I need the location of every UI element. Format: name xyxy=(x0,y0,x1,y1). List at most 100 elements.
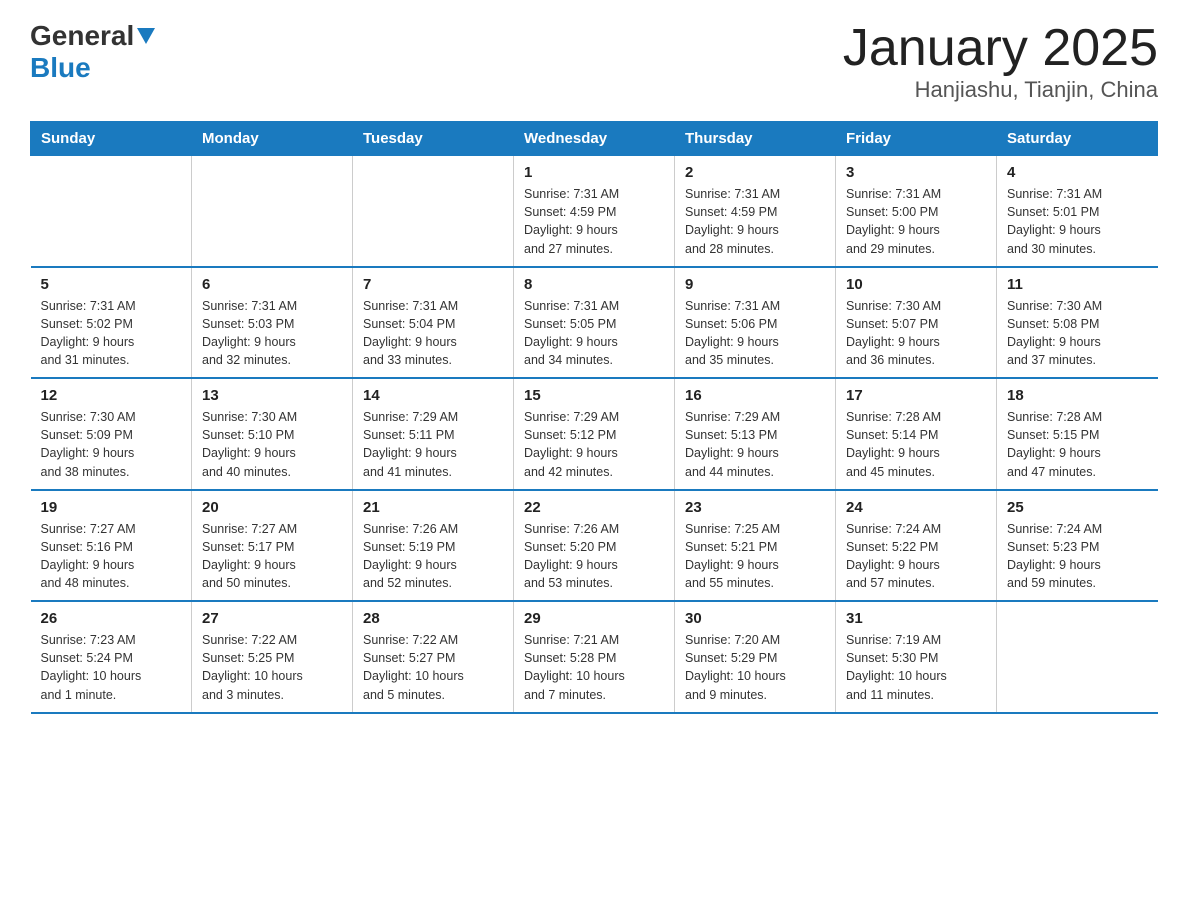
calendar-header: Sunday Monday Tuesday Wednesday Thursday… xyxy=(31,122,1158,156)
logo-blue-text: Blue xyxy=(30,52,91,83)
title-block: January 2025 Hanjiashu, Tianjin, China xyxy=(843,20,1158,103)
day-info: Sunrise: 7:29 AM Sunset: 5:11 PM Dayligh… xyxy=(363,408,503,481)
calendar-body: 1 Sunrise: 7:31 AM Sunset: 4:59 PM Daylig… xyxy=(31,156,1158,713)
calendar-cell: 19 Sunrise: 7:27 AM Sunset: 5:16 PM Dayli… xyxy=(31,490,192,602)
day-info: Sunrise: 7:31 AM Sunset: 4:59 PM Dayligh… xyxy=(524,185,664,258)
col-tuesday: Tuesday xyxy=(353,122,514,156)
calendar-cell: 8 Sunrise: 7:31 AM Sunset: 5:05 PM Daylig… xyxy=(514,267,675,379)
day-number: 19 xyxy=(41,499,182,516)
day-number: 18 xyxy=(1007,387,1148,404)
day-info: Sunrise: 7:30 AM Sunset: 5:09 PM Dayligh… xyxy=(41,408,182,481)
day-number: 31 xyxy=(846,610,986,627)
day-info: Sunrise: 7:31 AM Sunset: 5:03 PM Dayligh… xyxy=(202,297,342,370)
day-info: Sunrise: 7:30 AM Sunset: 5:10 PM Dayligh… xyxy=(202,408,342,481)
calendar-week-row: 1 Sunrise: 7:31 AM Sunset: 4:59 PM Daylig… xyxy=(31,156,1158,267)
calendar-cell: 11 Sunrise: 7:30 AM Sunset: 5:08 PM Dayli… xyxy=(997,267,1158,379)
day-number: 20 xyxy=(202,499,342,516)
day-info: Sunrise: 7:24 AM Sunset: 5:23 PM Dayligh… xyxy=(1007,520,1148,593)
col-sunday: Sunday xyxy=(31,122,192,156)
day-number: 13 xyxy=(202,387,342,404)
day-info: Sunrise: 7:31 AM Sunset: 5:01 PM Dayligh… xyxy=(1007,185,1148,258)
calendar-cell: 12 Sunrise: 7:30 AM Sunset: 5:09 PM Dayli… xyxy=(31,378,192,490)
calendar-cell: 22 Sunrise: 7:26 AM Sunset: 5:20 PM Dayli… xyxy=(514,490,675,602)
day-info: Sunrise: 7:20 AM Sunset: 5:29 PM Dayligh… xyxy=(685,631,825,704)
day-info: Sunrise: 7:22 AM Sunset: 5:27 PM Dayligh… xyxy=(363,631,503,704)
calendar-cell: 20 Sunrise: 7:27 AM Sunset: 5:17 PM Dayli… xyxy=(192,490,353,602)
day-number: 27 xyxy=(202,610,342,627)
calendar-cell xyxy=(997,601,1158,713)
day-number: 9 xyxy=(685,276,825,293)
day-number: 22 xyxy=(524,499,664,516)
day-info: Sunrise: 7:27 AM Sunset: 5:16 PM Dayligh… xyxy=(41,520,182,593)
calendar-cell: 25 Sunrise: 7:24 AM Sunset: 5:23 PM Dayli… xyxy=(997,490,1158,602)
day-number: 5 xyxy=(41,276,182,293)
day-info: Sunrise: 7:31 AM Sunset: 5:00 PM Dayligh… xyxy=(846,185,986,258)
calendar-cell: 1 Sunrise: 7:31 AM Sunset: 4:59 PM Daylig… xyxy=(514,156,675,267)
calendar-cell: 7Sunrise: 7:31 AM Sunset: 5:04 PM Daylig… xyxy=(353,267,514,379)
calendar-cell xyxy=(31,156,192,267)
calendar-week-row: 26 Sunrise: 7:23 AM Sunset: 5:24 PM Dayli… xyxy=(31,601,1158,713)
day-info: Sunrise: 7:30 AM Sunset: 5:08 PM Dayligh… xyxy=(1007,297,1148,370)
day-number: 10 xyxy=(846,276,986,293)
day-number: 8 xyxy=(524,276,664,293)
logo: General Blue xyxy=(30,20,155,84)
calendar-cell: 29Sunrise: 7:21 AM Sunset: 5:28 PM Dayli… xyxy=(514,601,675,713)
calendar-cell: 3Sunrise: 7:31 AM Sunset: 5:00 PM Daylig… xyxy=(836,156,997,267)
col-saturday: Saturday xyxy=(997,122,1158,156)
calendar-cell: 14 Sunrise: 7:29 AM Sunset: 5:11 PM Dayli… xyxy=(353,378,514,490)
calendar-cell: 27 Sunrise: 7:22 AM Sunset: 5:25 PM Dayli… xyxy=(192,601,353,713)
calendar-cell: 5 Sunrise: 7:31 AM Sunset: 5:02 PM Daylig… xyxy=(31,267,192,379)
calendar-cell: 28Sunrise: 7:22 AM Sunset: 5:27 PM Dayli… xyxy=(353,601,514,713)
day-number: 29 xyxy=(524,610,664,627)
day-number: 15 xyxy=(524,387,664,404)
day-info: Sunrise: 7:26 AM Sunset: 5:20 PM Dayligh… xyxy=(524,520,664,593)
day-number: 16 xyxy=(685,387,825,404)
col-wednesday: Wednesday xyxy=(514,122,675,156)
day-info: Sunrise: 7:30 AM Sunset: 5:07 PM Dayligh… xyxy=(846,297,986,370)
calendar-cell xyxy=(192,156,353,267)
day-info: Sunrise: 7:31 AM Sunset: 5:02 PM Dayligh… xyxy=(41,297,182,370)
calendar-cell: 31Sunrise: 7:19 AM Sunset: 5:30 PM Dayli… xyxy=(836,601,997,713)
calendar-cell: 17 Sunrise: 7:28 AM Sunset: 5:14 PM Dayli… xyxy=(836,378,997,490)
page-header: General Blue January 2025 Hanjiashu, Tia… xyxy=(30,20,1158,103)
day-number: 4 xyxy=(1007,164,1148,181)
calendar-cell: 23Sunrise: 7:25 AM Sunset: 5:21 PM Dayli… xyxy=(675,490,836,602)
calendar-cell: 15Sunrise: 7:29 AM Sunset: 5:12 PM Dayli… xyxy=(514,378,675,490)
day-info: Sunrise: 7:23 AM Sunset: 5:24 PM Dayligh… xyxy=(41,631,182,704)
calendar-cell xyxy=(353,156,514,267)
day-number: 1 xyxy=(524,164,664,181)
calendar-week-row: 19 Sunrise: 7:27 AM Sunset: 5:16 PM Dayli… xyxy=(31,490,1158,602)
calendar-cell: 30Sunrise: 7:20 AM Sunset: 5:29 PM Dayli… xyxy=(675,601,836,713)
day-info: Sunrise: 7:22 AM Sunset: 5:25 PM Dayligh… xyxy=(202,631,342,704)
day-info: Sunrise: 7:31 AM Sunset: 5:06 PM Dayligh… xyxy=(685,297,825,370)
day-number: 12 xyxy=(41,387,182,404)
day-number: 11 xyxy=(1007,276,1148,293)
day-info: Sunrise: 7:28 AM Sunset: 5:15 PM Dayligh… xyxy=(1007,408,1148,481)
calendar-cell: 4 Sunrise: 7:31 AM Sunset: 5:01 PM Daylig… xyxy=(997,156,1158,267)
calendar-week-row: 12 Sunrise: 7:30 AM Sunset: 5:09 PM Dayli… xyxy=(31,378,1158,490)
calendar-cell: 13 Sunrise: 7:30 AM Sunset: 5:10 PM Dayli… xyxy=(192,378,353,490)
calendar-cell: 24Sunrise: 7:24 AM Sunset: 5:22 PM Dayli… xyxy=(836,490,997,602)
day-info: Sunrise: 7:27 AM Sunset: 5:17 PM Dayligh… xyxy=(202,520,342,593)
calendar-cell: 10 Sunrise: 7:30 AM Sunset: 5:07 PM Dayli… xyxy=(836,267,997,379)
day-info: Sunrise: 7:26 AM Sunset: 5:19 PM Dayligh… xyxy=(363,520,503,593)
day-number: 17 xyxy=(846,387,986,404)
day-info: Sunrise: 7:31 AM Sunset: 5:05 PM Dayligh… xyxy=(524,297,664,370)
day-number: 23 xyxy=(685,499,825,516)
day-number: 25 xyxy=(1007,499,1148,516)
calendar-table: Sunday Monday Tuesday Wednesday Thursday… xyxy=(30,121,1158,714)
calendar-title: January 2025 xyxy=(843,20,1158,77)
calendar-week-row: 5 Sunrise: 7:31 AM Sunset: 5:02 PM Daylig… xyxy=(31,267,1158,379)
header-row: Sunday Monday Tuesday Wednesday Thursday… xyxy=(31,122,1158,156)
day-number: 14 xyxy=(363,387,503,404)
day-number: 2 xyxy=(685,164,825,181)
calendar-cell: 2Sunrise: 7:31 AM Sunset: 4:59 PM Daylig… xyxy=(675,156,836,267)
day-number: 26 xyxy=(41,610,182,627)
calendar-cell: 16Sunrise: 7:29 AM Sunset: 5:13 PM Dayli… xyxy=(675,378,836,490)
day-number: 7 xyxy=(363,276,503,293)
day-number: 24 xyxy=(846,499,986,516)
col-friday: Friday xyxy=(836,122,997,156)
calendar-cell: 18 Sunrise: 7:28 AM Sunset: 5:15 PM Dayli… xyxy=(997,378,1158,490)
day-info: Sunrise: 7:28 AM Sunset: 5:14 PM Dayligh… xyxy=(846,408,986,481)
calendar-subtitle: Hanjiashu, Tianjin, China xyxy=(843,77,1158,103)
